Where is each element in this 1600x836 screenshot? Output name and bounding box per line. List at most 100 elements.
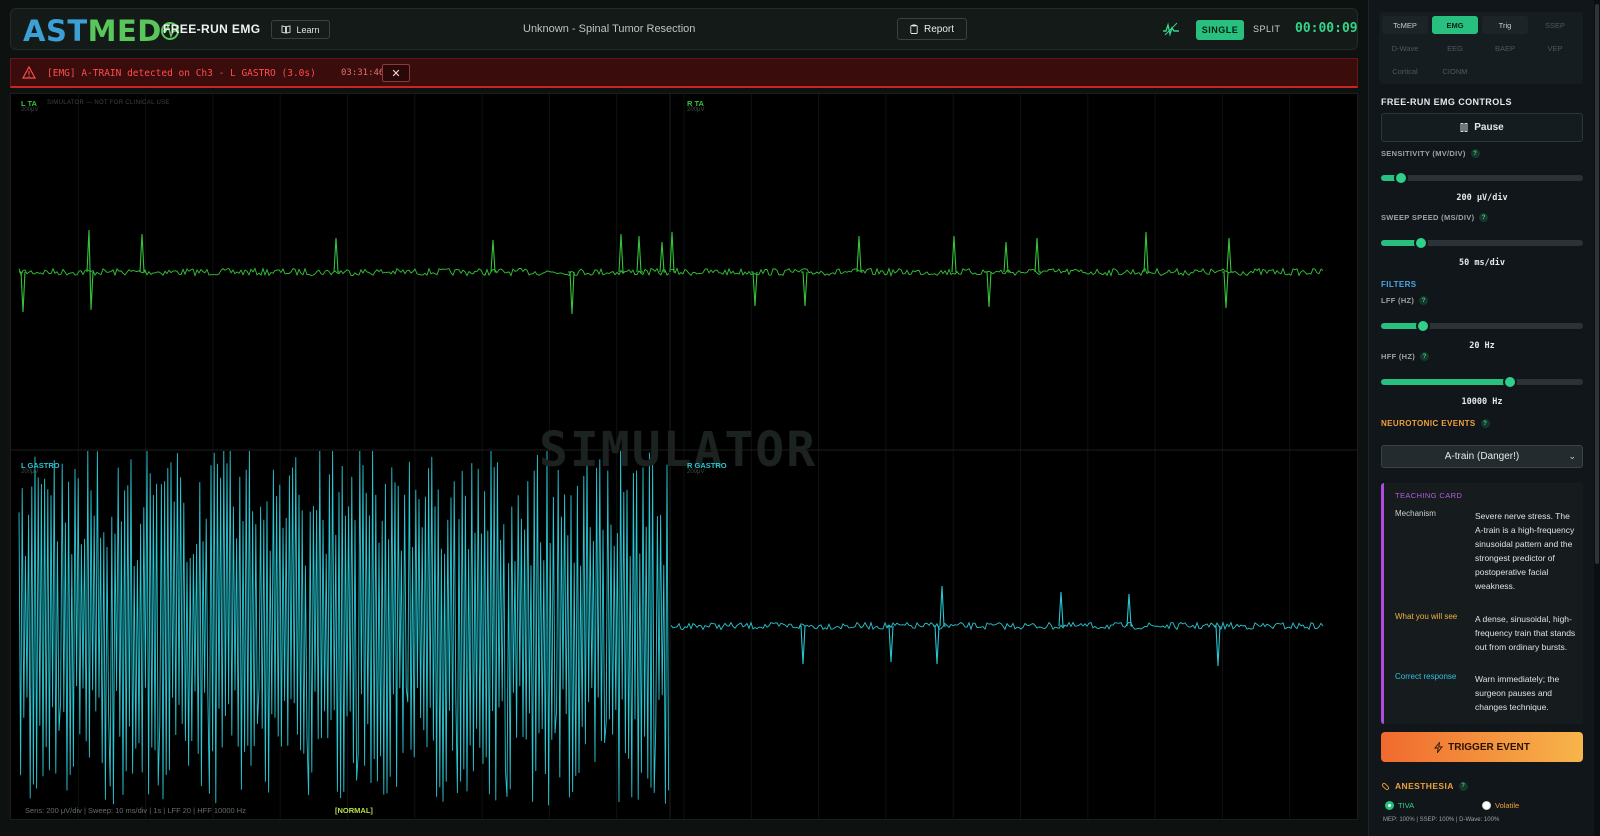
- trigger-event-button[interactable]: TRIGGER EVENT: [1381, 732, 1583, 762]
- teaching-value: A dense, sinusoidal, high-frequency trai…: [1475, 614, 1576, 652]
- chevron-down-icon: ⌄: [1568, 451, 1576, 461]
- sweep-label-text: SWEEP SPEED (MS/DIV): [1381, 213, 1475, 222]
- scope-status-line: Sens: 200 μV/div | Sweep: 10 ms/div | 1s…: [25, 806, 246, 815]
- pause-button[interactable]: Pause: [1381, 113, 1583, 142]
- emg-spike: [933, 625, 940, 665]
- sensitivity-slider[interactable]: [1381, 171, 1583, 185]
- volatile-label: Volatile: [1495, 801, 1520, 810]
- anesthesia-title: ANESTHESIA ?: [1381, 781, 1468, 791]
- filters-title: FILTERS: [1381, 280, 1417, 289]
- help-icon[interactable]: ?: [1458, 781, 1468, 791]
- help-icon[interactable]: ?: [1480, 419, 1490, 428]
- modality-eeg[interactable]: EEG: [1432, 39, 1478, 57]
- learn-button[interactable]: Learn: [271, 20, 330, 39]
- trace-r-ta: [670, 267, 1324, 277]
- teaching-key: Correct response: [1395, 672, 1457, 681]
- slider-thumb[interactable]: [1414, 236, 1429, 250]
- simulator-note: SIMULATOR — NOT FOR CLINICAL USE: [47, 100, 170, 106]
- emg-spike: [490, 239, 497, 273]
- event-select[interactable]: A-train (Danger!) ⌄: [1381, 445, 1583, 468]
- slider-thumb[interactable]: [1503, 375, 1518, 389]
- volatile-option[interactable]: Volatile: [1482, 801, 1519, 810]
- report-button[interactable]: Report: [897, 18, 967, 40]
- report-label: Report: [923, 23, 954, 35]
- lff-value: 20 Hz: [1469, 341, 1495, 351]
- modality-baep[interactable]: BAEP: [1482, 39, 1528, 57]
- logo-text-secondary: MED: [87, 14, 162, 48]
- tiva-option[interactable]: TIVA: [1385, 801, 1414, 810]
- sweep-slider[interactable]: [1381, 236, 1583, 250]
- emg-spike: [1214, 625, 1221, 667]
- modality-d-wave[interactable]: D-Wave: [1382, 39, 1428, 57]
- modality-trig[interactable]: Trig: [1482, 16, 1528, 34]
- emg-scope: SIMULATOR L TA 200μV SIMULATOR — NOT FOR…: [10, 93, 1358, 820]
- trace-l-ta: [18, 267, 670, 277]
- teaching-row-what-you-see: What you will see A dense, sinusoidal, h…: [1395, 612, 1580, 654]
- slider-thumb[interactable]: [1394, 171, 1409, 185]
- sensitivity-value: 200 μV/div: [1456, 193, 1508, 203]
- teaching-row-mechanism: Mechanism Severe nerve stress. The A-tra…: [1395, 509, 1580, 593]
- emg-spike: [801, 271, 808, 307]
- neurotonic-title-text: NEUROTONIC EVENTS: [1381, 419, 1476, 428]
- lightning-icon: [1434, 741, 1444, 753]
- volatile-radio[interactable]: [1482, 801, 1491, 810]
- pause-label: Pause: [1474, 122, 1504, 133]
- modality-tcmep[interactable]: TcMEP: [1382, 16, 1428, 34]
- split-view-button[interactable]: SPLIT: [1253, 24, 1281, 34]
- help-icon[interactable]: ?: [1470, 149, 1480, 158]
- hff-slider[interactable]: [1381, 375, 1583, 389]
- modality-grid: TcMEP EMG Trig SSEP D-Wave EEG BAEP VEP …: [1379, 12, 1583, 84]
- clipboard-icon: [910, 24, 918, 34]
- help-icon[interactable]: ?: [1419, 296, 1429, 305]
- modality-cortical[interactable]: Cortical: [1382, 62, 1428, 80]
- hff-label: HFF (HZ) ?: [1381, 352, 1430, 361]
- alert-message: [EMG] A-TRAIN detected on Ch3 - L GASTRO…: [47, 68, 316, 79]
- scrollbar-thumb[interactable]: [1595, 4, 1599, 564]
- controls-title: FREE-RUN EMG CONTROLS: [1381, 97, 1512, 107]
- book-icon: [282, 25, 291, 34]
- single-view-button[interactable]: SINGLE: [1196, 20, 1244, 40]
- lff-label-text: LFF (HZ): [1381, 296, 1415, 305]
- simulator-watermark: SIMULATOR: [539, 422, 818, 478]
- slider-fill: [1381, 379, 1511, 385]
- teaching-value: Severe nerve stress. The A-train is a hi…: [1475, 511, 1575, 591]
- astmed-logo: AST MED: [23, 14, 180, 48]
- signal-icon[interactable]: [1162, 21, 1180, 37]
- page-scrollbar[interactable]: [1594, 0, 1600, 836]
- channel-scale-l-ta: 200μV: [21, 107, 39, 113]
- scope-status-tag: [NORMAL]: [335, 806, 373, 815]
- modality-cionm[interactable]: CIONM: [1432, 62, 1478, 80]
- control-sidebar: TcMEP EMG Trig SSEP D-Wave EEG BAEP VEP …: [1368, 0, 1600, 836]
- emg-spike: [1126, 593, 1133, 627]
- teaching-card-title: TEACHING CARD: [1395, 491, 1463, 500]
- slider-thumb[interactable]: [1416, 319, 1431, 333]
- warning-icon: [22, 66, 36, 79]
- trigger-label: TRIGGER EVENT: [1448, 741, 1530, 753]
- emg-spike: [618, 233, 625, 273]
- case-title: Unknown - Spinal Tumor Resection: [523, 23, 696, 35]
- hff-label-text: HFF (HZ): [1381, 352, 1416, 361]
- tiva-radio[interactable]: [1385, 801, 1394, 810]
- sensitivity-label-text: SENSITIVITY (MV/DIV): [1381, 149, 1466, 158]
- trace-r-gastro: [670, 621, 1324, 631]
- modality-emg[interactable]: EMG: [1432, 16, 1478, 34]
- sweep-label: SWEEP SPEED (MS/DIV) ?: [1381, 213, 1489, 222]
- mode-title: FREE-RUN EMG: [163, 22, 261, 36]
- emg-spike: [669, 231, 676, 273]
- top-bar: AST MED FREE-RUN EMG Learn Unknown - Spin…: [10, 8, 1358, 50]
- emg-spike: [1058, 591, 1065, 627]
- teaching-key: Mechanism: [1395, 509, 1436, 518]
- emg-spike: [1003, 241, 1010, 273]
- lff-slider[interactable]: [1381, 319, 1583, 333]
- channel-scale-r-gastro: 200μV: [687, 469, 705, 475]
- teaching-row-response: Correct response Warn immediately; the s…: [1395, 672, 1580, 714]
- alert-close-button[interactable]: ✕: [382, 64, 410, 82]
- pill-icon: [1381, 782, 1390, 790]
- help-icon[interactable]: ?: [1420, 352, 1430, 361]
- modality-vep[interactable]: VEP: [1532, 39, 1578, 57]
- modality-ssep[interactable]: SSEP: [1532, 16, 1578, 34]
- alert-time: 03:31:46: [341, 68, 385, 78]
- emg-spike: [568, 271, 575, 315]
- emg-spike: [333, 237, 340, 273]
- help-icon[interactable]: ?: [1479, 213, 1489, 222]
